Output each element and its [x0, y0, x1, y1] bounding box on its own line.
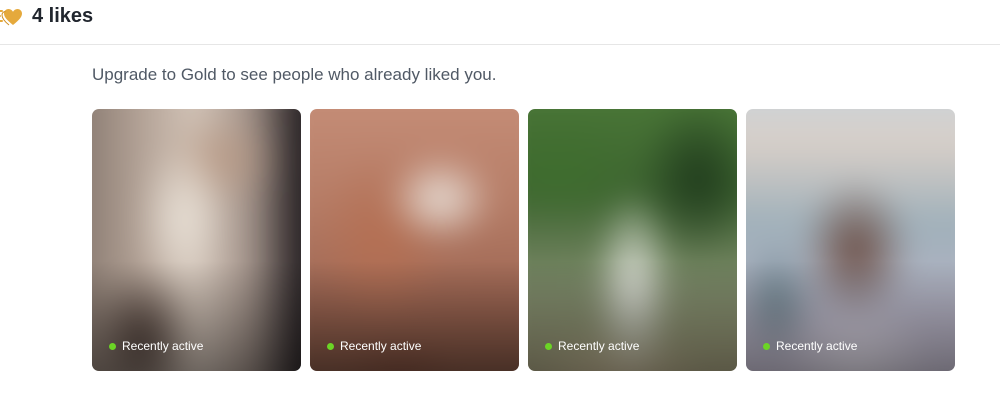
likes-count-title: 4 likes: [32, 5, 94, 27]
card-gradient-overlay: [310, 261, 519, 371]
activity-status-label: Recently active: [776, 339, 858, 353]
gold-hearts-icon: [0, 9, 22, 26]
card-gradient-overlay: [528, 261, 737, 371]
active-dot-icon: [545, 342, 552, 350]
activity-status-label: Recently active: [122, 339, 204, 353]
active-dot-icon: [109, 342, 116, 350]
liked-you-card[interactable]: Recently active: [310, 109, 519, 371]
activity-status-label: Recently active: [340, 339, 422, 353]
card-gradient-overlay: [92, 261, 301, 371]
liked-you-card[interactable]: Recently active: [528, 109, 737, 371]
activity-status: Recently active: [327, 339, 421, 353]
liked-you-card[interactable]: Recently active: [92, 109, 301, 371]
activity-status: Recently active: [545, 339, 639, 353]
liked-you-grid: Recently active Recently active Recently…: [92, 109, 955, 371]
activity-status-label: Recently active: [558, 339, 640, 353]
activity-status: Recently active: [763, 339, 857, 353]
active-dot-icon: [327, 342, 334, 350]
liked-you-card[interactable]: Recently active: [746, 109, 955, 371]
likes-header: 4 likes: [0, 0, 1000, 45]
activity-status: Recently active: [109, 339, 203, 353]
upgrade-gold-message: Upgrade to Gold to see people who alread…: [92, 65, 497, 84]
active-dot-icon: [763, 342, 770, 350]
card-gradient-overlay: [746, 261, 955, 371]
